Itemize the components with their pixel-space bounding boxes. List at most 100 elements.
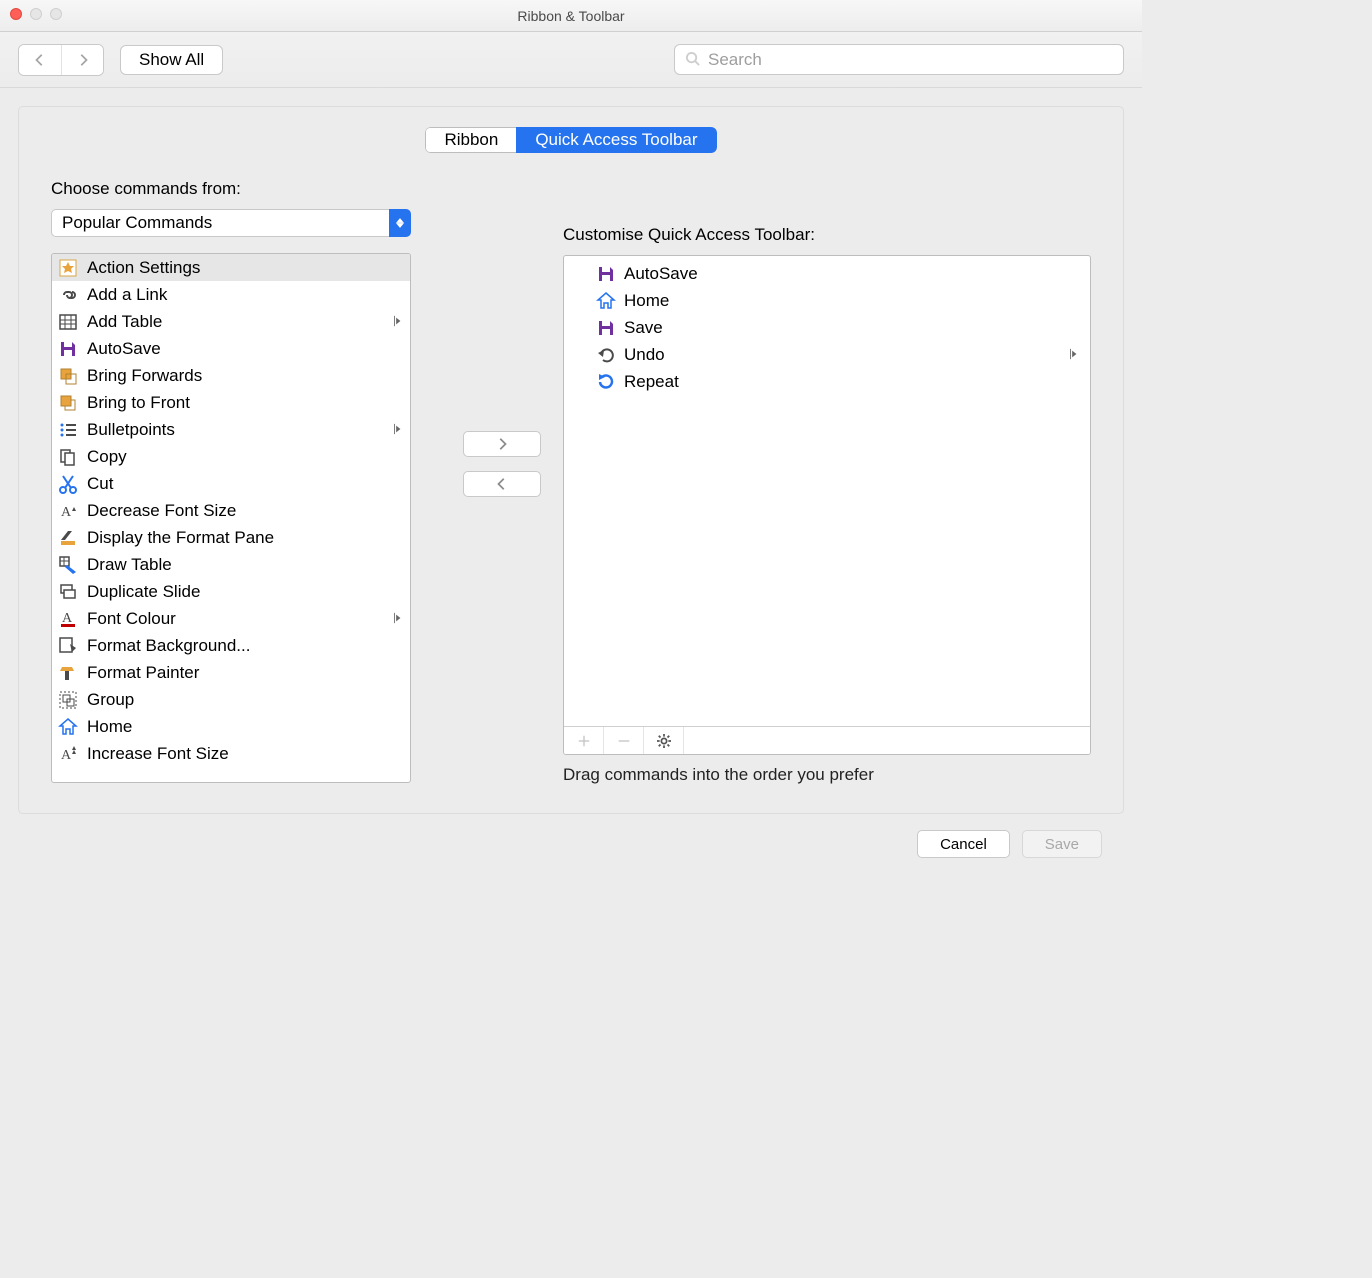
font-colour-icon <box>55 608 81 630</box>
list-item-label: Bring Forwards <box>87 366 406 386</box>
save-purple-icon <box>594 263 618 285</box>
customise-qat-label: Customise Quick Access Toolbar: <box>563 225 1091 245</box>
list-item-label: Home <box>624 291 669 311</box>
list-item-label: Add Table <box>87 312 386 332</box>
qat-add-separator-button[interactable] <box>564 727 604 754</box>
dropdown-stepper-icon <box>389 209 411 237</box>
command-list-item[interactable]: Group <box>52 686 410 713</box>
qat-list-item[interactable]: AutoSave <box>564 260 1090 287</box>
cancel-button[interactable]: Cancel <box>917 830 1010 858</box>
star-icon <box>55 257 81 279</box>
list-item-label: Copy <box>87 447 406 467</box>
copy-icon <box>55 446 81 468</box>
search-icon <box>685 51 706 69</box>
list-item-label: Action Settings <box>87 258 406 278</box>
submenu-arrow-icon <box>392 312 406 332</box>
bring-fwd-icon <box>55 365 81 387</box>
bullets-icon <box>55 419 81 441</box>
submenu-arrow-icon <box>1068 345 1084 365</box>
window-title: Ribbon & Toolbar <box>0 8 1142 24</box>
list-item-label: Font Colour <box>87 609 386 629</box>
window-close-button[interactable] <box>10 8 22 20</box>
repeat-icon <box>594 371 618 393</box>
list-item-label: Decrease Font Size <box>87 501 406 521</box>
painter-icon <box>55 662 81 684</box>
choose-commands-label: Choose commands from: <box>51 179 441 199</box>
table-icon <box>55 311 81 333</box>
submenu-arrow-icon <box>392 609 406 629</box>
command-list-item[interactable]: Decrease Font Size <box>52 497 410 524</box>
main-panel: Ribbon Quick Access Toolbar Choose comma… <box>18 106 1124 814</box>
command-list-item[interactable]: Action Settings <box>52 254 410 281</box>
commands-listbox[interactable]: Action Settings Add a Link Add Table AutoSa… <box>51 253 411 783</box>
drag-hint: Drag commands into the order you prefer <box>563 765 1091 785</box>
add-command-button[interactable] <box>463 431 541 457</box>
list-item-label: Duplicate Slide <box>87 582 406 602</box>
command-list-item[interactable]: Duplicate Slide <box>52 578 410 605</box>
qat-listbox[interactable]: AutoSave Home Save Undo Repeat <box>563 255 1091 755</box>
qat-list-item[interactable]: Home <box>564 287 1090 314</box>
list-item-label: Display the Format Pane <box>87 528 406 548</box>
command-list-item[interactable]: Format Background... <box>52 632 410 659</box>
command-list-item[interactable]: Bulletpoints <box>52 416 410 443</box>
command-list-item[interactable]: AutoSave <box>52 335 410 362</box>
command-list-item[interactable]: Home <box>52 713 410 740</box>
format-pane-icon <box>55 527 81 549</box>
list-item-label: Repeat <box>624 372 679 392</box>
cut-icon <box>55 473 81 495</box>
command-list-item[interactable]: Display the Format Pane <box>52 524 410 551</box>
home-icon <box>55 716 81 738</box>
command-list-item[interactable]: Format Painter <box>52 659 410 686</box>
list-item-label: AutoSave <box>87 339 406 359</box>
window: Ribbon & Toolbar Show All Ribbon Quick A… <box>0 0 1142 896</box>
save-purple-icon <box>594 317 618 339</box>
link-icon <box>55 284 81 306</box>
command-list-item[interactable]: Add a Link <box>52 281 410 308</box>
dropdown-value: Popular Commands <box>62 213 212 233</box>
list-item-label: Bulletpoints <box>87 420 386 440</box>
format-bg-icon <box>55 635 81 657</box>
list-item-label: Draw Table <box>87 555 406 575</box>
submenu-arrow-icon <box>392 420 406 440</box>
qat-list-item[interactable]: Undo <box>564 341 1090 368</box>
command-list-item[interactable]: Copy <box>52 443 410 470</box>
command-list-item[interactable]: Font Colour <box>52 605 410 632</box>
qat-list-item[interactable]: Repeat <box>564 368 1090 395</box>
titlebar: Ribbon & Toolbar <box>0 0 1142 32</box>
tab-quick-access-toolbar[interactable]: Quick Access Toolbar <box>516 127 716 153</box>
list-item-label: Group <box>87 690 406 710</box>
save-purple-icon <box>55 338 81 360</box>
remove-command-button[interactable] <box>463 471 541 497</box>
segmented-tabs: Ribbon Quick Access Toolbar <box>425 127 716 153</box>
font-dec-icon <box>55 500 81 522</box>
choose-commands-dropdown[interactable]: Popular Commands <box>51 209 411 237</box>
save-button: Save <box>1022 830 1102 858</box>
command-list-item[interactable]: Draw Table <box>52 551 410 578</box>
command-list-item[interactable]: Cut <box>52 470 410 497</box>
back-button[interactable] <box>19 45 61 75</box>
tab-ribbon[interactable]: Ribbon <box>425 127 516 153</box>
command-list-item[interactable]: Bring Forwards <box>52 362 410 389</box>
command-list-item[interactable]: Bring to Front <box>52 389 410 416</box>
list-item-label: AutoSave <box>624 264 698 284</box>
command-list-item[interactable]: Add Table <box>52 308 410 335</box>
forward-button[interactable] <box>61 45 103 75</box>
qat-remove-button[interactable] <box>604 727 644 754</box>
search-input[interactable] <box>706 49 1113 71</box>
list-item-label: Undo <box>624 345 665 365</box>
list-item-label: Add a Link <box>87 285 406 305</box>
command-list-item[interactable]: Increase Font Size <box>52 740 410 767</box>
draw-table-icon <box>55 554 81 576</box>
list-item-label: Bring to Front <box>87 393 406 413</box>
qat-settings-button[interactable] <box>644 727 684 754</box>
group-icon <box>55 689 81 711</box>
window-zoom-button[interactable] <box>50 8 62 20</box>
toolbar: Show All <box>0 32 1142 88</box>
window-minimize-button[interactable] <box>30 8 42 20</box>
font-inc-icon <box>55 743 81 765</box>
list-item-label: Cut <box>87 474 406 494</box>
show-all-button[interactable]: Show All <box>120 45 223 75</box>
qat-list-item[interactable]: Save <box>564 314 1090 341</box>
list-item-label: Save <box>624 318 663 338</box>
search-field[interactable] <box>674 44 1124 75</box>
